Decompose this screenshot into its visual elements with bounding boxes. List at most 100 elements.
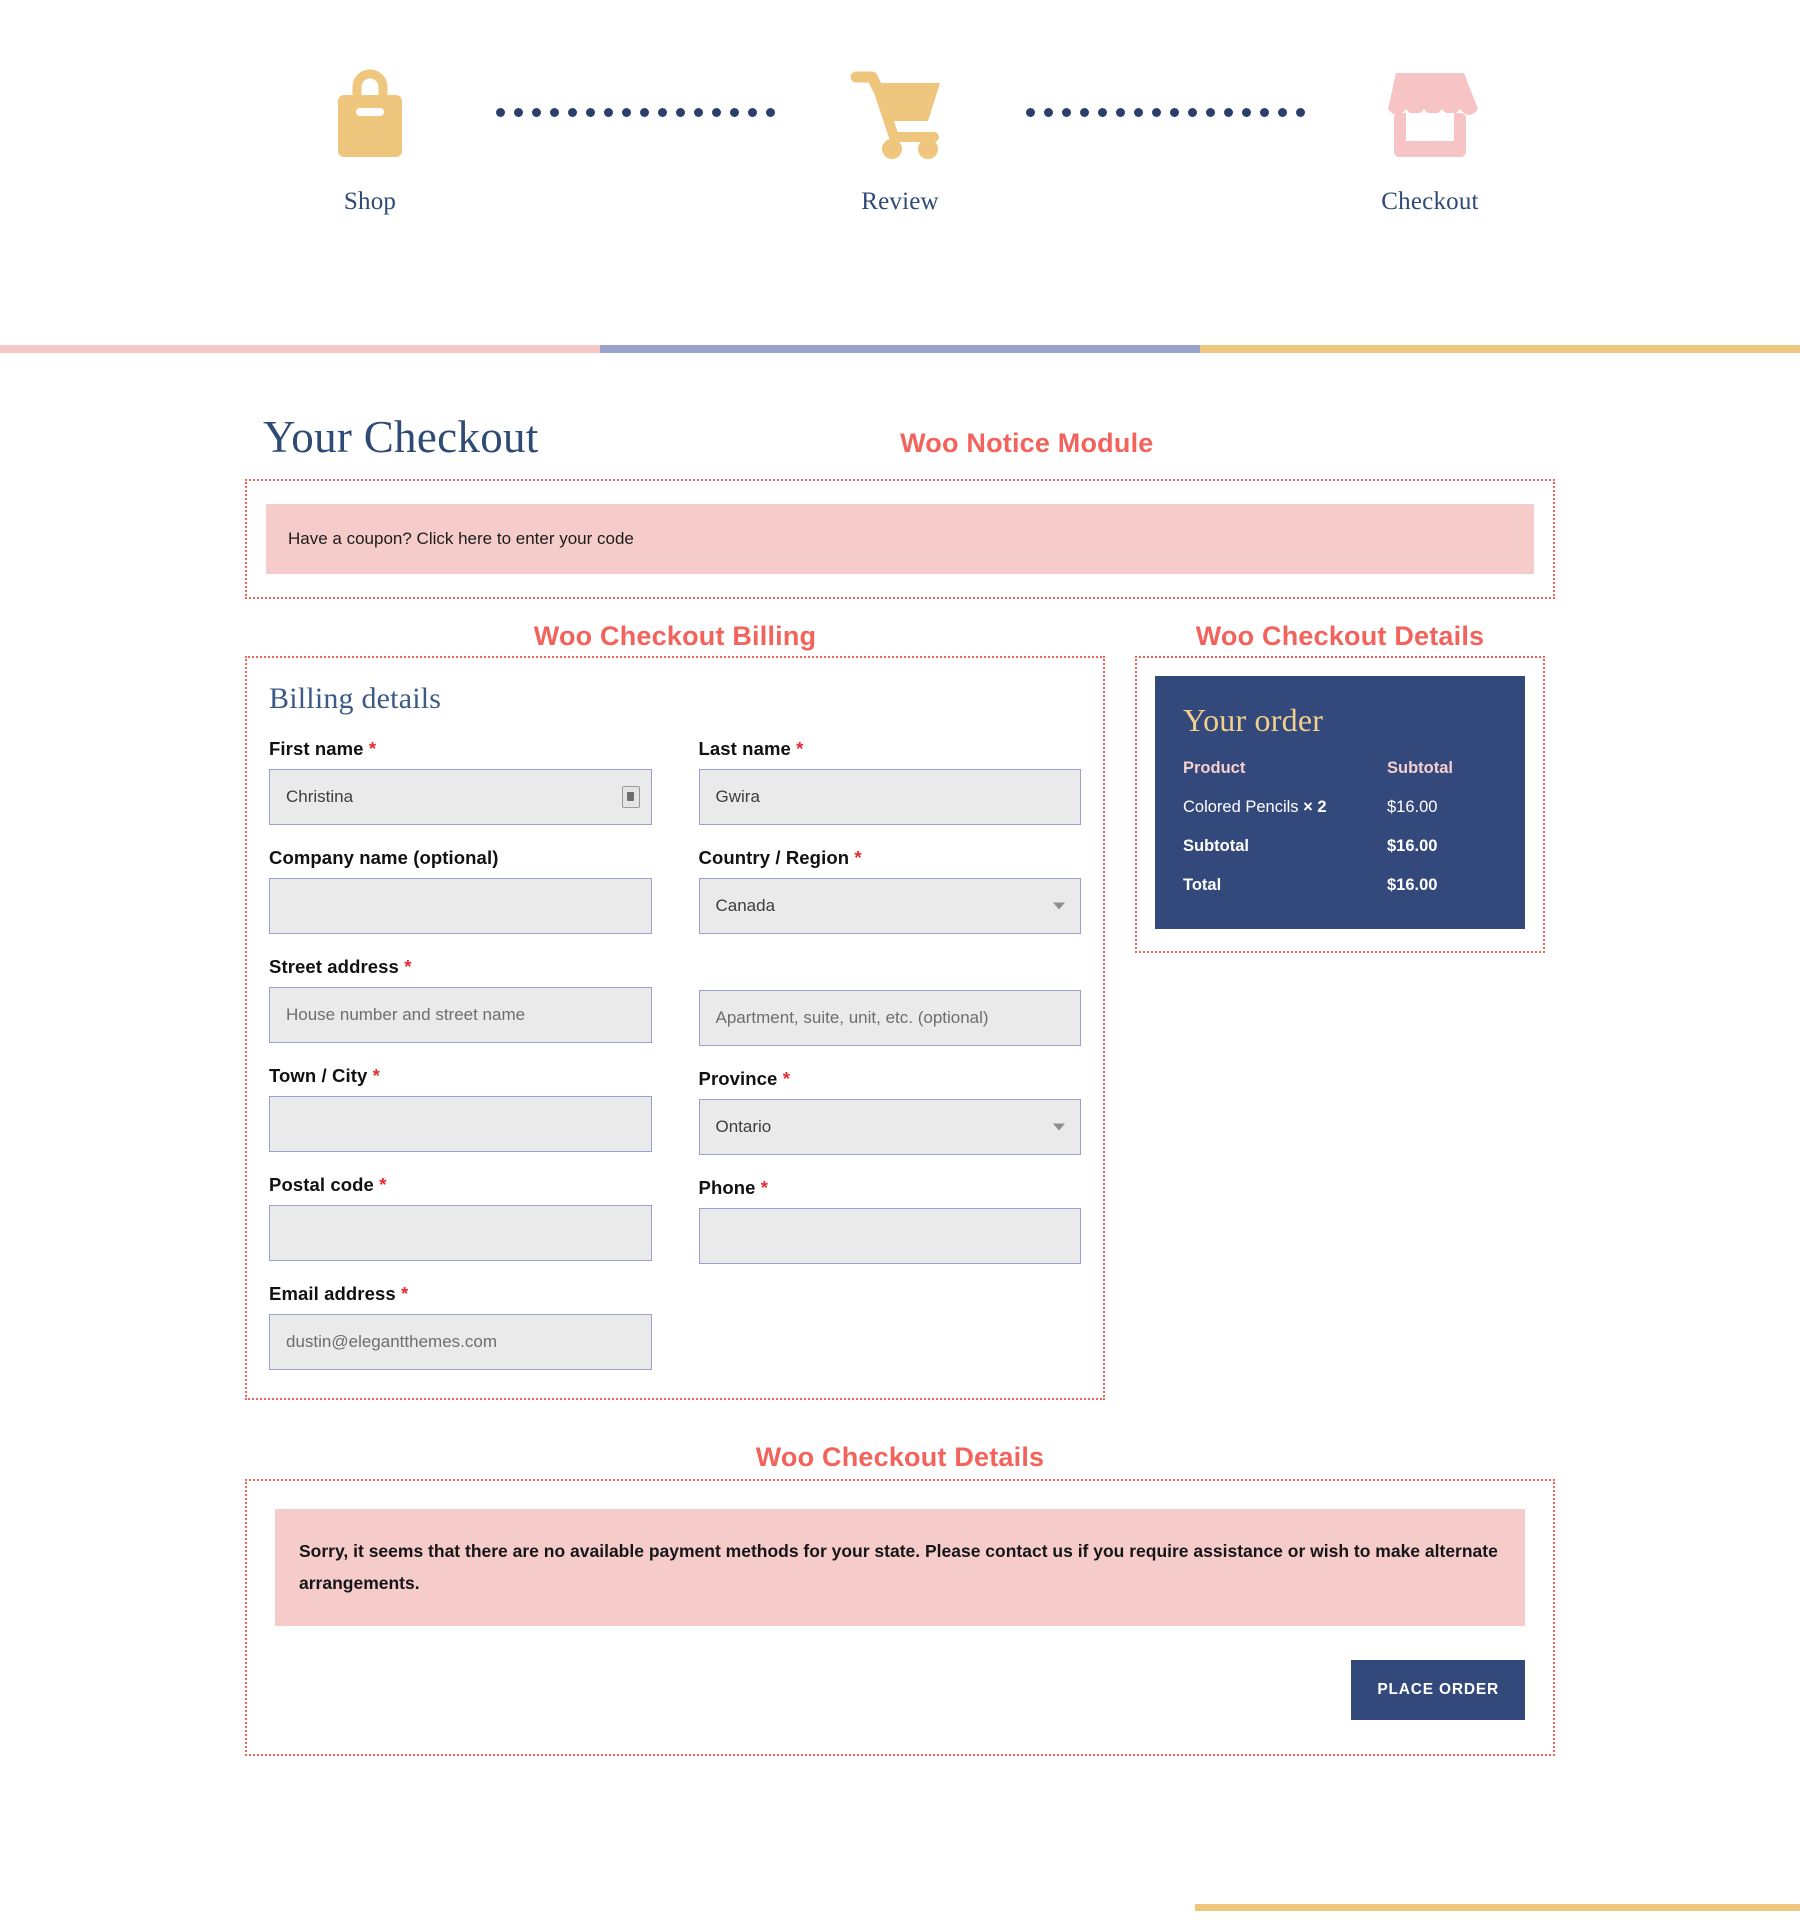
- order-total-row: Total $16.00: [1183, 876, 1497, 895]
- storefront-icon: [1378, 55, 1482, 170]
- checkout-page: Your Checkout Woo Notice Module Have a c…: [0, 345, 1800, 1756]
- first-name-input[interactable]: Christina: [269, 768, 652, 825]
- field-company: Company name (optional): [269, 847, 652, 934]
- coupon-notice-text[interactable]: Have a coupon? Click here to enter your …: [288, 529, 634, 548]
- province-select[interactable]: Ontario: [698, 1098, 1081, 1155]
- steps-list: Shop Review Checkout: [0, 0, 1800, 216]
- connector-review-checkout: [1015, 55, 1315, 170]
- title-row: Your Checkout Woo Notice Module: [245, 411, 1555, 475]
- phone-input[interactable]: [698, 1207, 1081, 1264]
- last-name-input[interactable]: Gwira: [698, 768, 1081, 825]
- order-summary: Your order Product Subtotal Colored Penc…: [1155, 675, 1525, 929]
- order-header-subtotal: Subtotal: [1387, 758, 1453, 777]
- dotted-line: [1025, 108, 1305, 117]
- required-asterisk: *: [796, 737, 804, 759]
- phone-label: Phone *: [699, 1177, 1082, 1199]
- woo-checkout-details-module: Your order Product Subtotal Colored Penc…: [1135, 655, 1545, 953]
- last-name-label: Last name *: [699, 738, 1082, 760]
- field-phone: Phone *: [698, 1177, 1082, 1264]
- chevron-down-icon[interactable]: [1053, 1123, 1065, 1131]
- postal-code-input[interactable]: [269, 1204, 652, 1261]
- module-labels-row: Woo Checkout Billing Woo Checkout Detail…: [245, 620, 1555, 651]
- required-asterisk: *: [854, 846, 862, 868]
- order-summary-title: Your order: [1183, 701, 1324, 738]
- bottom-gold-bar: [1195, 1904, 1800, 1911]
- step-shop[interactable]: Shop: [255, 55, 485, 216]
- connector-shop-review: [485, 55, 785, 170]
- page-title: Your Checkout: [263, 412, 539, 462]
- city-label-text: Town / City: [269, 1064, 368, 1086]
- order-subtotal-value: $16.00: [1387, 836, 1438, 855]
- billing-column: Billing details First name * Christina C…: [245, 655, 1105, 1400]
- order-subtotal-row: Subtotal $16.00: [1183, 837, 1497, 856]
- chevron-down-icon[interactable]: [1053, 902, 1065, 910]
- required-asterisk: *: [368, 737, 377, 759]
- postal-code-label: Postal code *: [269, 1174, 652, 1196]
- woo-checkout-payment-module: Sorry, it seems that there are no availa…: [245, 1478, 1555, 1756]
- company-label: Company name (optional): [269, 847, 652, 869]
- order-item-name-cell: Colored Pencils × 2: [1183, 798, 1387, 817]
- street-address-label-text: Street address: [269, 955, 399, 977]
- required-asterisk: *: [372, 1064, 380, 1086]
- street-address-input[interactable]: House number and street name: [269, 986, 652, 1043]
- step-checkout-label: Checkout: [1381, 188, 1479, 215]
- required-asterisk: *: [401, 1282, 409, 1304]
- woo-notice-module: Have a coupon? Click here to enter your …: [245, 479, 1555, 599]
- coupon-notice[interactable]: Have a coupon? Click here to enter your …: [266, 504, 1534, 574]
- step-shop-label: Shop: [343, 188, 397, 215]
- country-label: Country / Region *: [699, 847, 1082, 869]
- page-container: Your Checkout Woo Notice Module Have a c…: [245, 411, 1555, 1756]
- checkout-steps-bar: Shop Review Checkout: [0, 0, 1800, 353]
- company-label-text: Company name (optional): [269, 846, 499, 868]
- order-line-item: Colored Pencils × 2 $16.00: [1183, 798, 1497, 817]
- field-first-name: First name * Christina: [269, 738, 652, 825]
- email-input[interactable]: dustin@elegantthemes.com: [269, 1313, 652, 1370]
- city-input[interactable]: [269, 1095, 652, 1152]
- required-asterisk: *: [404, 955, 412, 977]
- address-2-input[interactable]: Apartment, suite, unit, etc. (optional): [698, 989, 1081, 1046]
- email-label-text: Email address: [269, 1282, 396, 1304]
- order-item-name: Colored Pencils: [1183, 797, 1299, 816]
- province-label-text: Province: [698, 1067, 778, 1089]
- billing-field-grid: First name * Christina Company name (opt…: [269, 738, 1081, 1370]
- country-select[interactable]: Canada: [698, 877, 1081, 934]
- street-address-label: Street address *: [269, 956, 652, 978]
- payment-actions: PLACE ORDER: [275, 1659, 1525, 1720]
- email-label: Email address *: [269, 1283, 652, 1305]
- field-country: Country / Region * Canada: [698, 847, 1082, 934]
- shopping-bag-icon: [327, 55, 413, 170]
- billing-fields-left: First name * Christina Company name (opt…: [269, 738, 652, 1370]
- order-item-qty: × 2: [1303, 797, 1327, 816]
- module-label-notice: Woo Notice Module: [900, 428, 1154, 458]
- order-item-subtotal: $16.00: [1387, 797, 1438, 816]
- place-order-button[interactable]: PLACE ORDER: [1351, 1659, 1525, 1720]
- payment-section: Woo Checkout Details Sorry, it seems tha…: [245, 1441, 1555, 1756]
- field-street-address: Street address * House number and street…: [269, 956, 652, 1043]
- dotted-line: [495, 108, 775, 117]
- checkout-columns: Billing details First name * Christina C…: [245, 655, 1555, 1400]
- billing-heading: Billing details: [269, 681, 442, 715]
- required-asterisk: *: [379, 1173, 387, 1195]
- billing-fields-right: Last name * Gwira Country / Region * Can…: [698, 738, 1082, 1370]
- field-province: Province * Ontario: [698, 1067, 1081, 1155]
- step-review-label: Review: [861, 188, 939, 215]
- module-label-payment: Woo Checkout Details: [755, 1441, 1045, 1472]
- step-review[interactable]: Review: [785, 55, 1015, 216]
- autofill-icon[interactable]: [621, 785, 640, 808]
- order-details-column: Your order Product Subtotal Colored Penc…: [1135, 655, 1545, 953]
- required-asterisk: *: [760, 1176, 769, 1198]
- phone-label-text: Phone: [698, 1176, 756, 1198]
- module-label-billing: Woo Checkout Billing: [533, 620, 817, 651]
- field-city: Town / City *: [269, 1065, 652, 1152]
- woo-checkout-billing-module: Billing details First name * Christina C…: [245, 655, 1105, 1400]
- order-subtotal-label: Subtotal: [1183, 836, 1249, 855]
- field-email: Email address * dustin@elegantthemes.com: [269, 1283, 652, 1370]
- company-input[interactable]: [269, 877, 652, 934]
- field-last-name: Last name * Gwira: [698, 738, 1082, 825]
- order-header-product: Product: [1183, 758, 1246, 777]
- required-asterisk: *: [782, 1067, 791, 1089]
- field-postal-code: Postal code *: [269, 1174, 652, 1261]
- step-checkout[interactable]: Checkout: [1315, 55, 1545, 216]
- shopping-cart-icon: [850, 55, 950, 170]
- first-name-label-text: First name: [269, 737, 364, 759]
